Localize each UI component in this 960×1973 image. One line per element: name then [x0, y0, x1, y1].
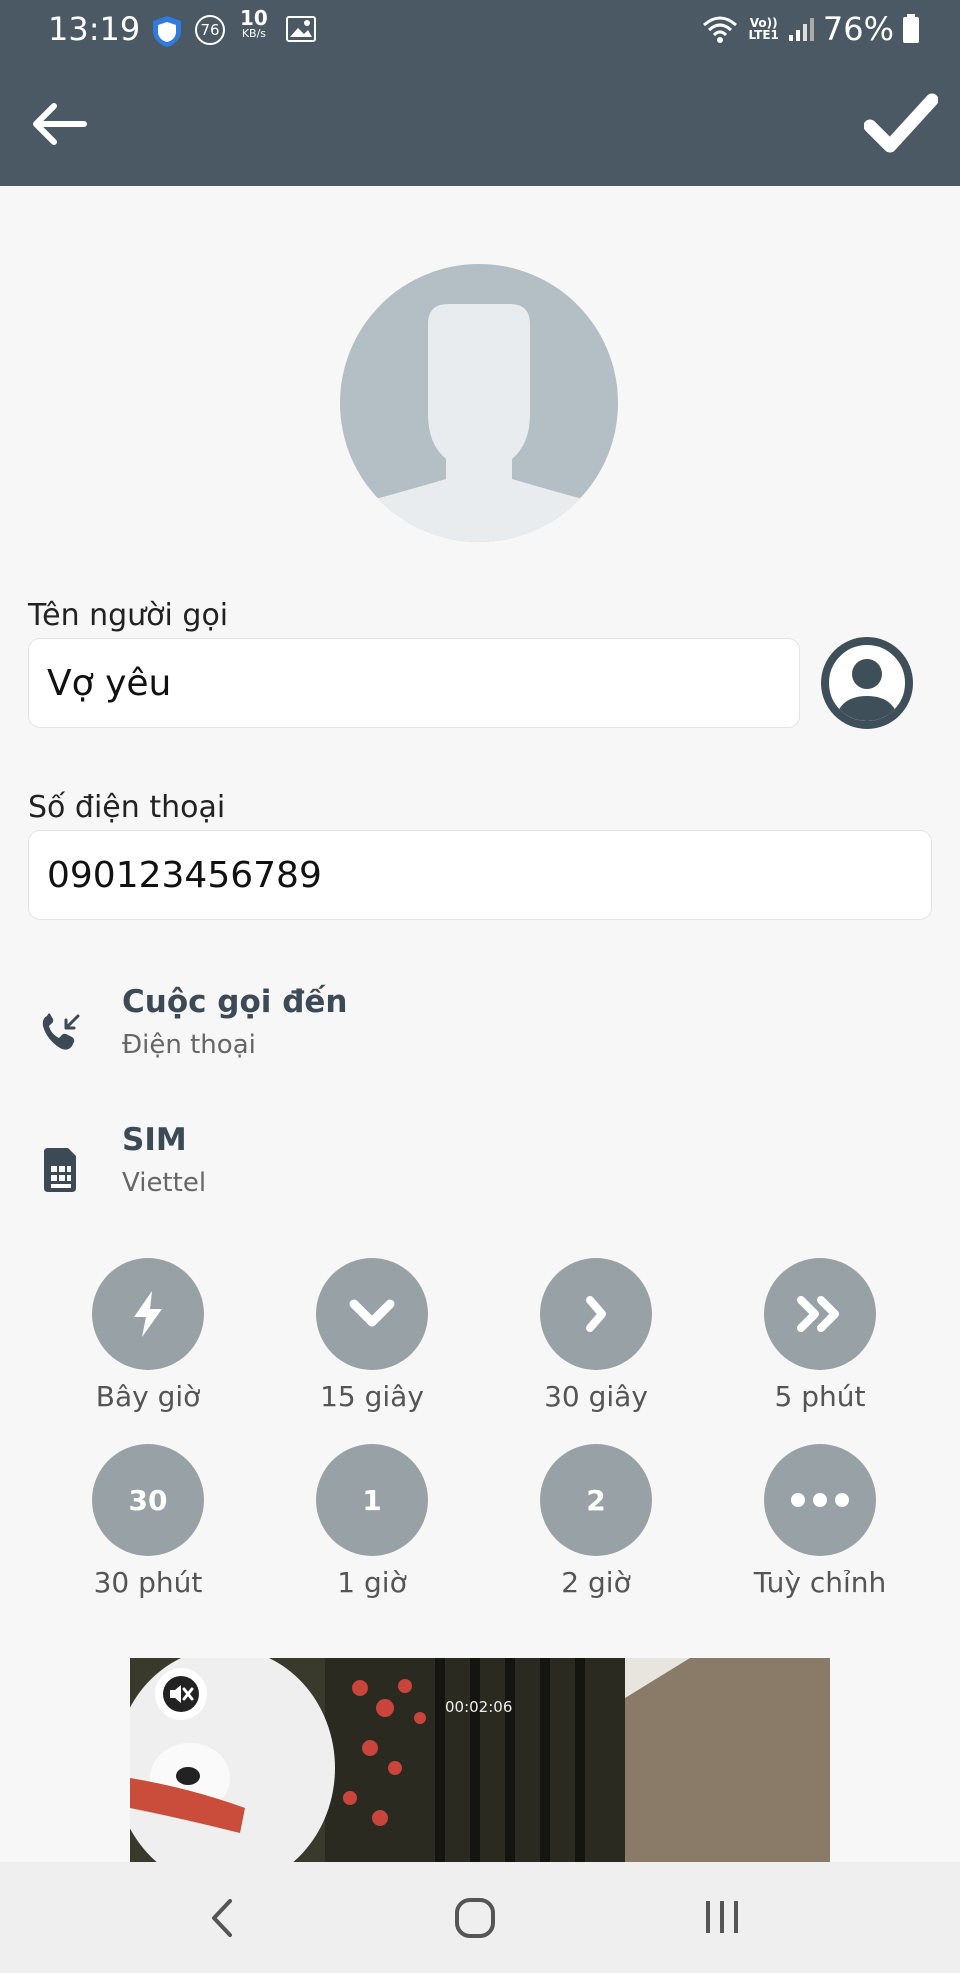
- chevron-down-icon: [349, 1299, 395, 1327]
- timer-1h-badge: 1: [362, 1483, 382, 1517]
- timer-30m-badge: 30: [128, 1483, 168, 1517]
- notification-badge-icon: 76: [195, 15, 225, 45]
- call-type-title: Cuộc gọi đến: [122, 984, 348, 1020]
- sim-subtitle: Viettel: [122, 1168, 207, 1198]
- sim-row[interactable]: SIM Viettel: [0, 1122, 960, 1232]
- call-type-row[interactable]: Cuộc gọi đến Điện thoại: [0, 984, 960, 1094]
- image-icon: [286, 16, 316, 42]
- timer-1h-label: 1 giờ: [337, 1566, 407, 1599]
- speed-unit: KB/s: [241, 27, 267, 40]
- nav-home-button[interactable]: [453, 1896, 497, 1940]
- timer-30m-circle: 30: [92, 1444, 204, 1556]
- caller-name-field[interactable]: Vợ yêu: [28, 638, 800, 728]
- ad-video[interactable]: 00:02:06: [130, 1658, 830, 1862]
- timer-2h-circle: 2: [540, 1444, 652, 1556]
- confirm-button[interactable]: [864, 88, 938, 158]
- phone-field[interactable]: 090123456789: [28, 830, 932, 920]
- caller-name-label: Tên người gọi: [28, 598, 229, 633]
- incoming-call-icon: [42, 1013, 80, 1050]
- caller-avatar[interactable]: [340, 264, 618, 542]
- status-bar: 13:19 76 10 KB/s Vo)) LTE1 76%: [0, 0, 960, 62]
- system-nav-bar: [0, 1862, 960, 1973]
- notification-count: 76: [200, 21, 220, 39]
- app-bar: [0, 62, 960, 186]
- network-speed: 10 KB/s: [240, 8, 268, 39]
- timer-15s-button[interactable]: 15 giây: [282, 1258, 462, 1413]
- double-chevron-right-icon: [797, 1296, 839, 1332]
- timer-now-button[interactable]: Bây giờ: [58, 1258, 238, 1413]
- mute-button[interactable]: [155, 1668, 207, 1720]
- timer-15s-label: 15 giây: [320, 1380, 424, 1413]
- timer-15s-circle: [316, 1258, 428, 1370]
- caller-name-value: Vợ yêu: [47, 662, 172, 704]
- person-silhouette-icon: [356, 304, 602, 542]
- timer-5m-label: 5 phút: [774, 1380, 866, 1413]
- timer-30s-circle: [540, 1258, 652, 1370]
- shield-icon: [153, 16, 181, 47]
- timer-custom-label: Tuỳ chỉnh: [753, 1566, 887, 1599]
- volte-bottom: LTE1: [748, 28, 779, 42]
- timer-5m-circle: [764, 1258, 876, 1370]
- video-timer: 00:02:06: [445, 1698, 513, 1716]
- lightning-icon: [134, 1291, 162, 1337]
- phone-label: Số điện thoại: [28, 790, 226, 825]
- volte-indicator: Vo)) LTE1: [748, 17, 778, 41]
- timer-custom-circle: [764, 1444, 876, 1556]
- speed-value: 10: [240, 6, 268, 30]
- phone-value: 090123456789: [47, 854, 322, 896]
- status-right: Vo)) LTE1 76%: [700, 10, 920, 48]
- timer-5m-button[interactable]: 5 phút: [730, 1258, 910, 1413]
- status-time: 13:19: [48, 10, 141, 48]
- timer-1h-circle: 1: [316, 1444, 428, 1556]
- nav-back-button[interactable]: [208, 1897, 238, 1939]
- nav-recents-button[interactable]: [702, 1897, 742, 1937]
- timer-30m-label: 30 phút: [93, 1566, 203, 1599]
- timer-1h-button[interactable]: 1 1 giờ: [282, 1444, 462, 1599]
- timer-30s-button[interactable]: 30 giây: [506, 1258, 686, 1413]
- timer-2h-badge: 2: [586, 1483, 606, 1517]
- back-button[interactable]: [28, 92, 92, 156]
- wifi-icon: [703, 16, 738, 43]
- sim-title: SIM: [122, 1122, 187, 1158]
- timer-30m-button[interactable]: 30 30 phút: [58, 1444, 238, 1599]
- signal-icon: [788, 18, 814, 41]
- timer-2h-button[interactable]: 2 2 giờ: [506, 1444, 686, 1599]
- more-dots-icon: [791, 1493, 849, 1507]
- timer-30s-label: 30 giây: [544, 1380, 648, 1413]
- muted-speaker-icon: [163, 1676, 199, 1712]
- timer-now-label: Bây giờ: [95, 1380, 201, 1413]
- battery-icon: [903, 14, 919, 43]
- timer-now-circle: [92, 1258, 204, 1370]
- timer-custom-button[interactable]: Tuỳ chỉnh: [730, 1444, 910, 1599]
- contact-picker-button[interactable]: [820, 636, 914, 730]
- chevron-right-icon: [586, 1296, 606, 1332]
- video-frame-image: [130, 1658, 830, 1862]
- sim-card-icon: [44, 1148, 76, 1192]
- battery-percent: 76%: [822, 10, 894, 48]
- timer-2h-label: 2 giờ: [561, 1566, 631, 1599]
- call-type-subtitle: Điện thoại: [122, 1030, 256, 1060]
